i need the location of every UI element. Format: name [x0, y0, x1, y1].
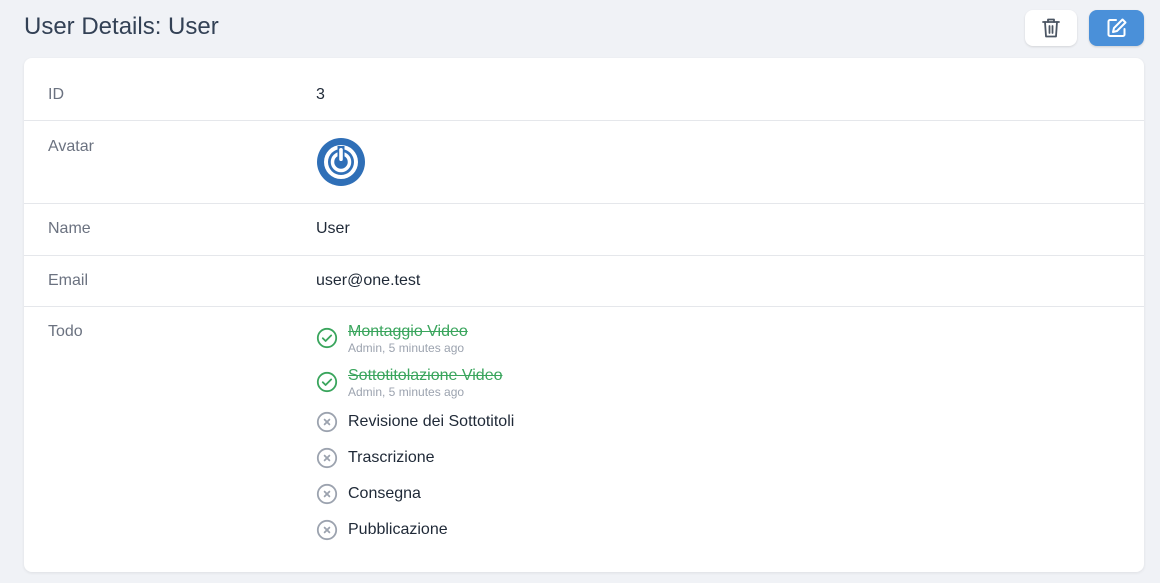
x-circle-icon[interactable]: [316, 519, 338, 541]
todo-meta: Admin, 5 minutes ago: [348, 341, 465, 355]
todo-meta: Admin, 5 minutes ago: [348, 385, 465, 399]
check-circle-icon[interactable]: [316, 371, 338, 393]
todo-label: Todo: [48, 323, 83, 340]
todo-title: Revisione dei Sottotitoli: [348, 413, 515, 430]
todo-title: Trascrizione: [348, 449, 435, 466]
page-title: User Details: User: [24, 13, 219, 40]
x-circle-icon[interactable]: [316, 411, 338, 433]
delete-button[interactable]: [1025, 10, 1077, 46]
row-id: ID 3: [24, 58, 1144, 121]
edit-icon: [1107, 18, 1126, 37]
user-details-page: User Details: User ID 3 Avatar Name User…: [0, 0, 1160, 583]
name-value: User: [316, 220, 350, 237]
id-value: 3: [316, 86, 325, 103]
details-card: ID 3 Avatar Name User Email user@one.tes…: [24, 58, 1144, 572]
name-label: Name: [48, 220, 91, 237]
x-circle-icon[interactable]: [316, 447, 338, 469]
check-circle-icon[interactable]: [316, 327, 338, 349]
edit-button[interactable]: [1089, 10, 1144, 46]
avatar-label: Avatar: [48, 138, 94, 155]
trash-icon: [1042, 18, 1060, 38]
todo-title: Sottotitolazione Video: [348, 367, 503, 384]
id-label: ID: [48, 86, 64, 103]
email-label: Email: [48, 272, 89, 289]
row-todo: Todo Montaggio Video Admin, 5 minutes ag…: [24, 307, 1144, 572]
todo-title: Pubblicazione: [348, 521, 448, 538]
row-avatar: Avatar: [24, 121, 1144, 204]
x-circle-icon[interactable]: [316, 483, 338, 505]
avatar: [317, 138, 365, 186]
todo-title: Montaggio Video: [348, 323, 468, 340]
todo-title: Consegna: [348, 485, 421, 502]
email-value: user@one.test: [316, 272, 421, 289]
row-email: Email user@one.test: [24, 256, 1144, 307]
row-name: Name User: [24, 204, 1144, 256]
